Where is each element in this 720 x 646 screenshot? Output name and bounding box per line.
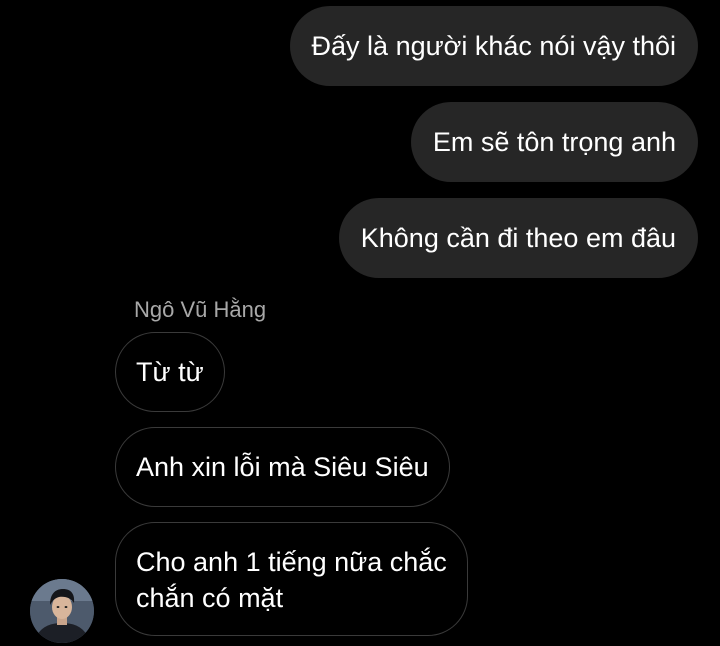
profile-photo-icon bbox=[30, 579, 94, 643]
message-text-line: Cho anh 1 tiếng nữa chắc bbox=[136, 547, 447, 577]
avatar[interactable] bbox=[30, 579, 94, 643]
sender-name: Ngô Vũ Hằng bbox=[134, 297, 267, 322]
outgoing-message[interactable]: Đấy là người khác nói vậy thôi bbox=[289, 6, 698, 86]
incoming-message[interactable]: Cho anh 1 tiếng nữa chắc chắn có mặt bbox=[115, 522, 468, 636]
message-text: Đấy là người khác nói vậy thôi bbox=[311, 31, 676, 61]
incoming-message[interactable]: Anh xin lỗi mà Siêu Siêu bbox=[115, 427, 450, 507]
message-text-line: chắn có mặt bbox=[136, 583, 284, 613]
message-text: Từ từ bbox=[136, 357, 204, 387]
incoming-message[interactable]: Từ từ bbox=[115, 332, 225, 412]
outgoing-message[interactable]: Em sẽ tôn trọng anh bbox=[410, 102, 698, 182]
message-text: Anh xin lỗi mà Siêu Siêu bbox=[136, 452, 429, 482]
message-text: Không cần đi theo em đâu bbox=[360, 223, 676, 253]
message-text: Em sẽ tôn trọng anh bbox=[432, 127, 676, 157]
outgoing-message[interactable]: Không cần đi theo em đâu bbox=[338, 198, 698, 278]
